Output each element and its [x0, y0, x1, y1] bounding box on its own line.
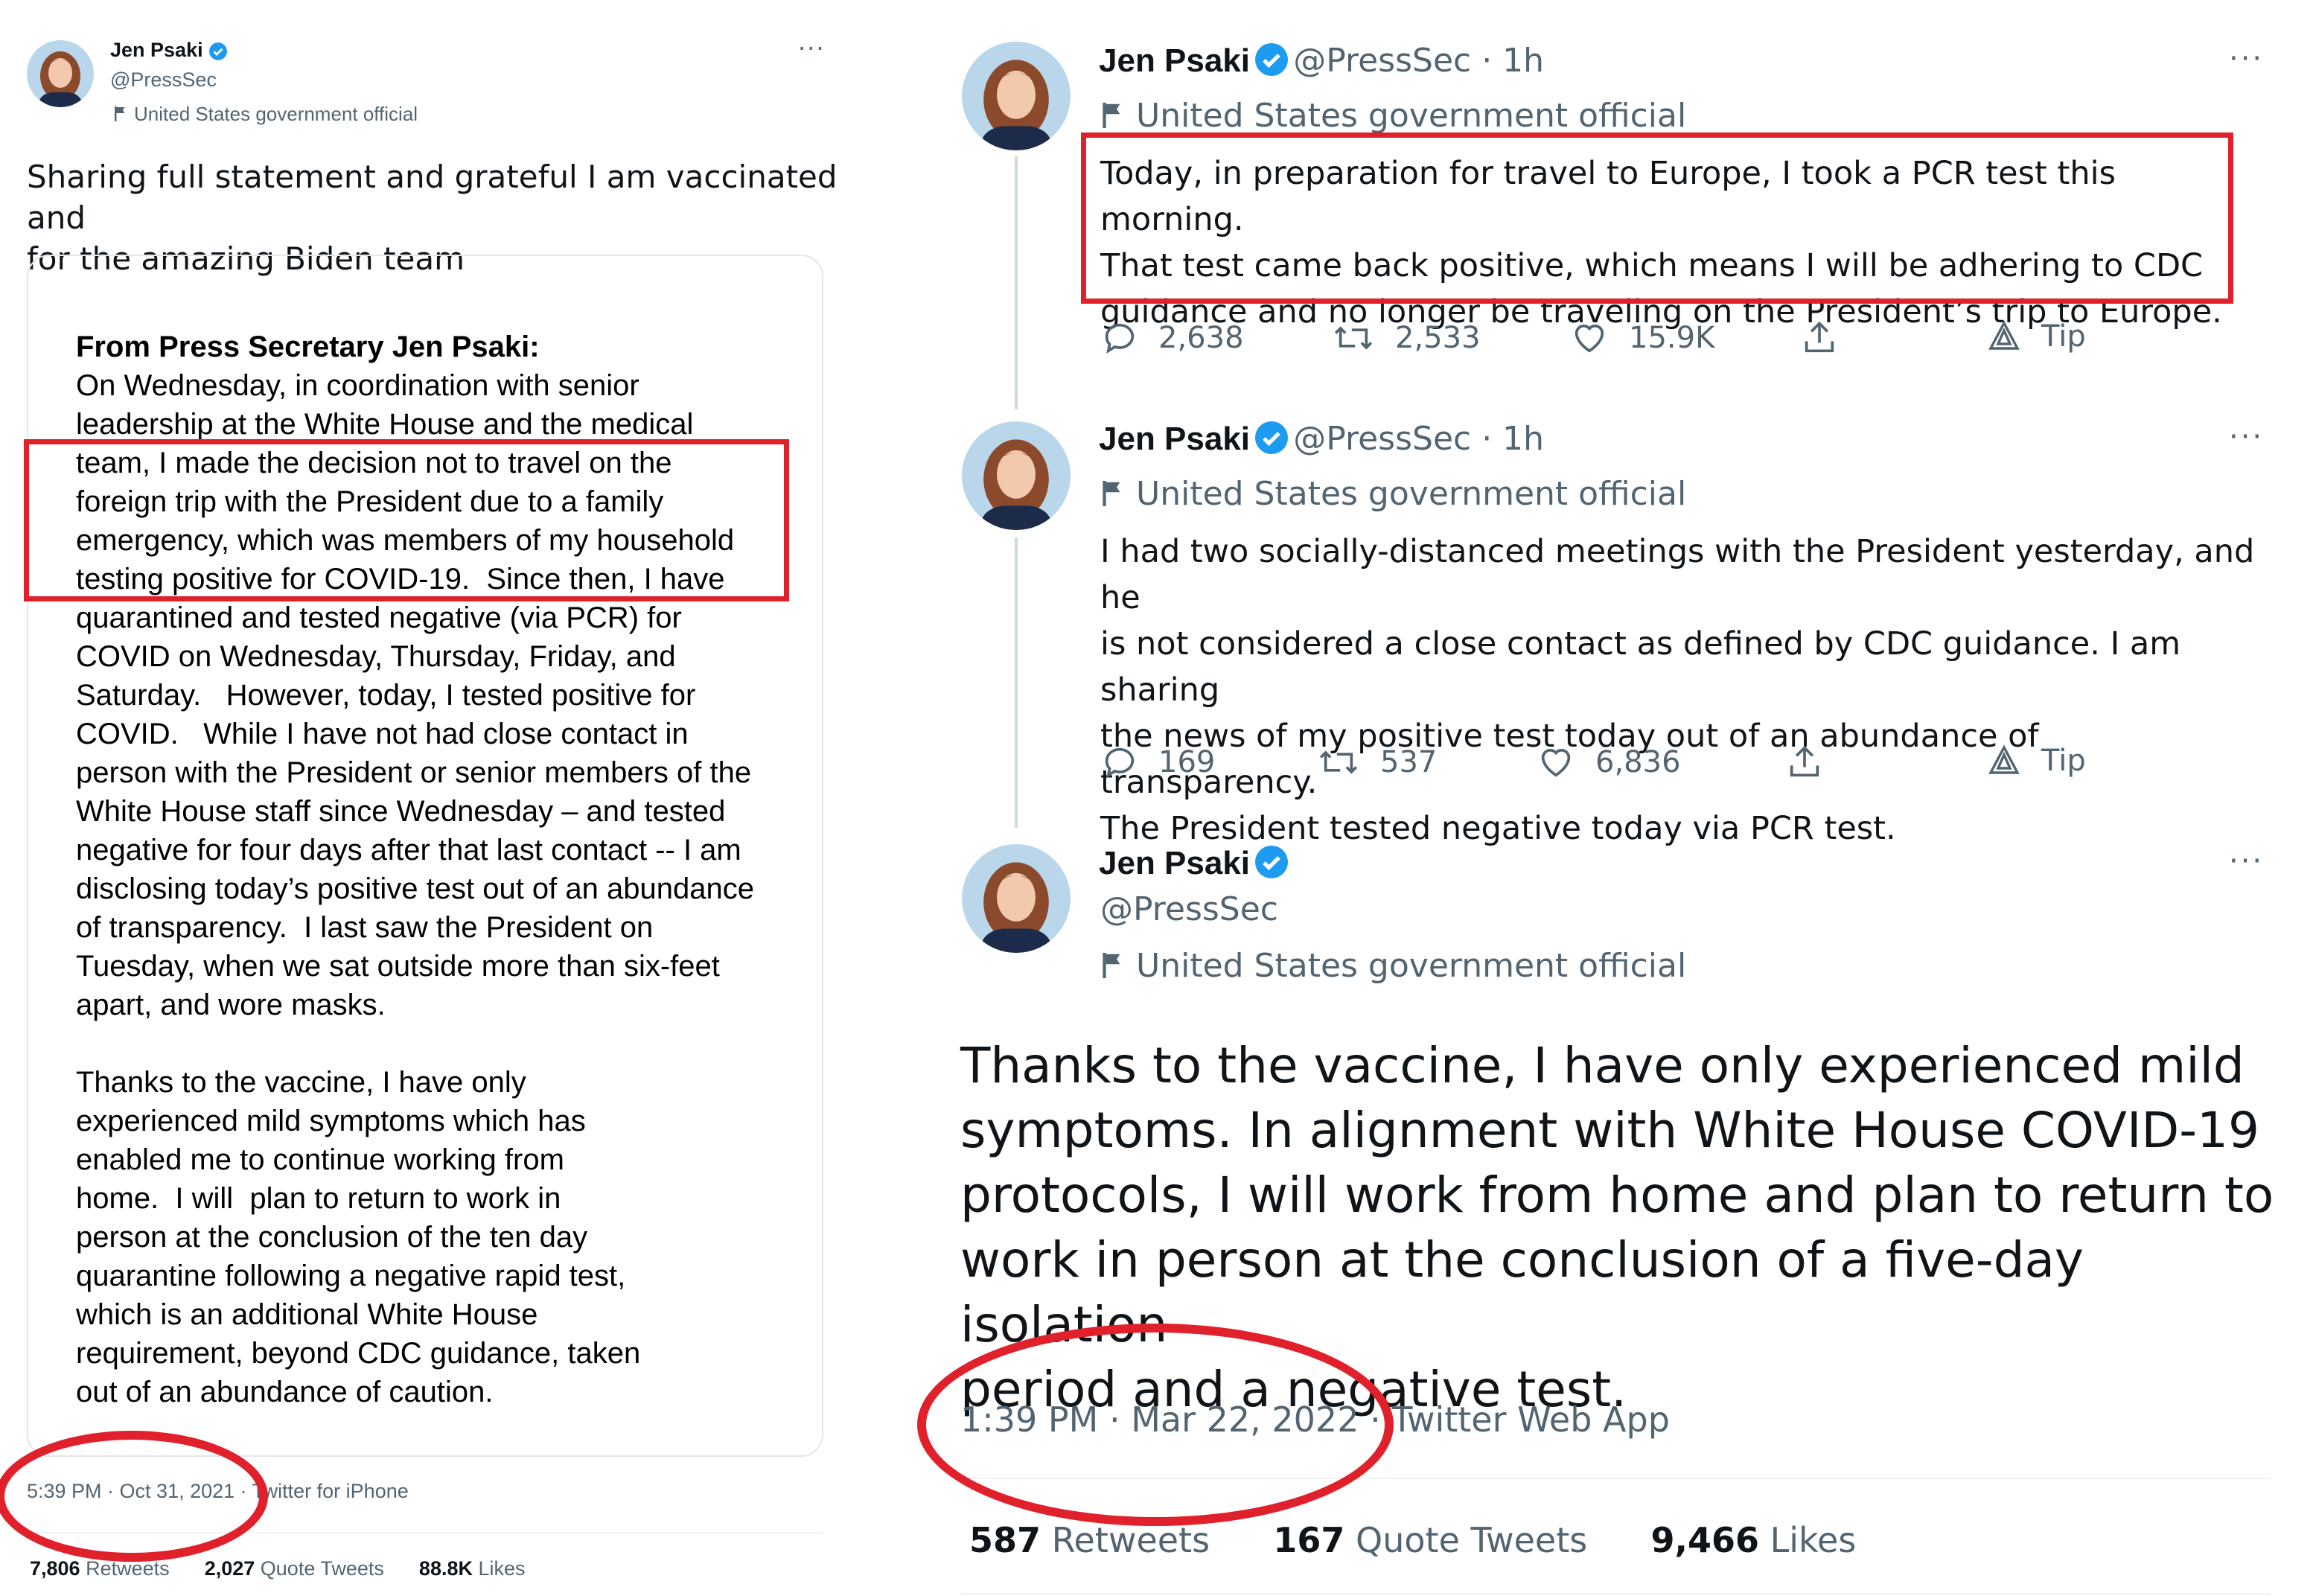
statement-line: Thanks to the vaccine, I have only [76, 1066, 526, 1099]
statement-line: home. I will plan to return to work in [76, 1182, 561, 1215]
tweet-actions: 2,638 2,533 15.9K Tip [1100, 319, 2086, 363]
share-icon [1790, 745, 1819, 777]
retweet-button[interactable]: 537 [1316, 743, 1437, 782]
statement-line: COVID on Wednesday, Thursday, Friday, an… [76, 640, 676, 673]
author-name[interactable]: Jen Psaki [110, 39, 228, 62]
retweet-button[interactable]: 2,533 [1331, 319, 1481, 357]
flag-icon [1103, 481, 1120, 506]
gov-label: United States government official [1100, 475, 1686, 513]
tip-icon [1988, 744, 2020, 774]
highlight-ellipse-left-date [0, 1431, 268, 1562]
handle-and-time[interactable]: @PressSec · 1h [1293, 420, 1544, 458]
retweets-count-link[interactable]: 587 Retweets [969, 1520, 1210, 1560]
thread-connector-line [1015, 537, 1018, 828]
handle-and-time[interactable]: @PressSec · 1h [1293, 42, 1544, 80]
retweet-icon [1334, 326, 1373, 350]
statement-line: requirement, beyond CDC guidance, taken [76, 1337, 641, 1370]
statement-line: which is an additional White House [76, 1298, 538, 1331]
highlight-ellipse-right-date [917, 1324, 1394, 1526]
flag-icon [115, 106, 125, 121]
statement-line: person at the conclusion of the ten day [76, 1221, 588, 1254]
gov-label: United States government official [1100, 947, 1686, 985]
heart-icon [1575, 325, 1604, 353]
statement-line: experienced mild symptoms which has [76, 1105, 586, 1137]
statement-line: Saturday. However, today, I tested posit… [76, 679, 696, 712]
tip-icon [1988, 320, 2020, 350]
more-options-button[interactable]: ··· [2229, 42, 2264, 76]
highlight-box-travel [1081, 133, 2233, 304]
reply-button[interactable]: 169 [1100, 743, 1215, 782]
share-button[interactable] [1785, 743, 1824, 782]
like-button[interactable]: 15.9K [1569, 319, 1714, 357]
tweet-text: I had two socially-distanced meetings wi… [1100, 533, 2255, 847]
quote-tweets-count-link[interactable]: 2,027 Quote Tweets [205, 1557, 384, 1580]
statement-line: apart, and wore masks. [76, 989, 386, 1021]
author-avatar[interactable] [27, 40, 94, 107]
heart-icon [1541, 749, 1571, 777]
statement-line: leadership at the White House and the me… [76, 408, 694, 441]
gov-label: United States government official [113, 103, 418, 126]
likes-count-link[interactable]: 9,466 Likes [1650, 1520, 1856, 1560]
author-avatar[interactable] [962, 42, 1071, 150]
verified-badge-icon [1255, 421, 1289, 454]
quote-tweets-count-link[interactable]: 167 Quote Tweets [1273, 1520, 1587, 1560]
reply-button[interactable]: 2,638 [1100, 319, 1244, 357]
tweet-header: Jen Psaki @PressSec · 1h [1099, 42, 1544, 80]
verified-badge-icon [1255, 43, 1289, 76]
statement-line: quarantine following a negative rapid te… [76, 1260, 626, 1292]
author-avatar[interactable] [962, 844, 1071, 953]
tip-button[interactable]: Tip [1986, 743, 2086, 779]
statement-line: COVID. While I have not had close contac… [76, 718, 689, 750]
more-options-button[interactable]: ··· [798, 34, 826, 63]
statement-line: disclosing today’s positive test out of … [76, 872, 754, 905]
like-button[interactable]: 6,836 [1536, 743, 1681, 782]
verified-badge-icon [1255, 846, 1289, 878]
more-options-button[interactable]: ··· [2229, 844, 2264, 878]
author-avatar[interactable] [962, 421, 1071, 530]
author-name[interactable]: Jen Psaki [1099, 845, 1250, 881]
tweet-header: Jen Psaki [1099, 844, 1289, 882]
statement-line [76, 1024, 791, 1063]
retweet-icon [1319, 750, 1358, 774]
gov-label: United States government official [1100, 97, 1686, 135]
divider [960, 1593, 2271, 1595]
share-button[interactable] [1800, 319, 1839, 357]
author-name[interactable]: Jen Psaki [1099, 42, 1250, 79]
statement-line: quarantined and tested negative (via PCR… [76, 601, 682, 634]
flag-icon [1103, 953, 1120, 978]
author-handle[interactable]: @PressSec [1100, 890, 1278, 928]
more-options-button[interactable]: ··· [2229, 420, 2264, 454]
author-name[interactable]: Jen Psaki [1099, 421, 1250, 457]
statement-line: On Wednesday, in coordination with senio… [76, 369, 639, 402]
highlight-box-statement [24, 439, 789, 601]
share-icon [1805, 321, 1834, 353]
reply-icon [1105, 323, 1135, 354]
statement-line: Tuesday, when we sat outside more than s… [76, 950, 720, 983]
verified-badge-icon [209, 42, 228, 60]
engagement-stats: 7,806 Retweets 2,027 Quote Tweets 88.8K … [30, 1557, 526, 1580]
reply-icon [1105, 747, 1135, 779]
statement-title: From Press Secretary Jen Psaki: [76, 331, 540, 363]
author-handle[interactable]: @PressSec [110, 68, 217, 92]
statement-line: negative for four days after that last c… [76, 834, 741, 866]
tweet-actions: 169 537 6,836 Tip [1100, 743, 2086, 788]
statement-line: enabled me to continue working from [76, 1143, 564, 1176]
engagement-stats: 587 Retweets 167 Quote Tweets 9,466 Like… [969, 1520, 1856, 1560]
statement-line: person with the President or senior memb… [76, 756, 752, 789]
flag-icon [1103, 103, 1120, 128]
thread-connector-line [1015, 156, 1018, 409]
tweet-header: Jen Psaki @PressSec · 1h [1099, 420, 1544, 458]
statement-line: White House staff since Wednesday – and … [76, 795, 726, 828]
statement-line: out of an abundance of caution. [76, 1376, 494, 1408]
tip-button[interactable]: Tip [1986, 319, 2086, 354]
likes-count-link[interactable]: 88.8K Likes [419, 1557, 526, 1580]
statement-line: of transparency. I last saw the Presiden… [76, 911, 654, 944]
